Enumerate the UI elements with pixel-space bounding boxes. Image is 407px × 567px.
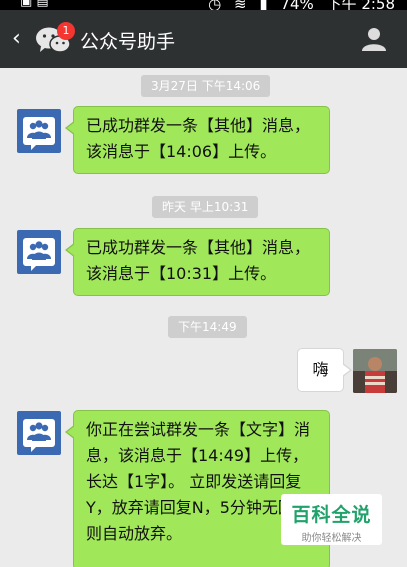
watermark-subtitle: 助你轻松解决 xyxy=(301,533,362,544)
user-photo xyxy=(353,349,397,393)
notification-icons: ▣ ▤ xyxy=(20,0,49,9)
message-bubble[interactable]: 已成功群发一条【其他】消息，该消息于【10:31】上传。 xyxy=(65,228,330,296)
timestamp-chip: 下午14:49 xyxy=(168,316,247,338)
group-icon xyxy=(23,117,55,150)
user-avatar[interactable] xyxy=(353,349,397,393)
page-title: 公众号助手 xyxy=(80,31,176,53)
timestamp-chip: 3月27日 下午14:06 xyxy=(141,75,271,97)
chat-area[interactable]: 3月27日 下午14:06 已成功群发一条【其他】消息，该消息于【14:06】上… xyxy=(0,68,407,567)
signal-icon: ▮ xyxy=(259,0,268,10)
group-icon xyxy=(23,238,55,271)
alarm-icon: ◷ xyxy=(208,0,222,10)
watermark-title: 百科全说 xyxy=(291,504,372,526)
group-avatar[interactable] xyxy=(17,230,61,274)
profile-button[interactable] xyxy=(361,26,387,52)
outgoing-message-bubble[interactable]: 嗨 xyxy=(297,348,352,392)
wifi-icon: ≋ xyxy=(234,0,247,10)
message-bubble[interactable]: 已成功群发一条【其他】消息，该消息于【14:06】上传。 xyxy=(65,106,330,174)
timestamp-chip: 昨天 早上10:31 xyxy=(152,196,259,218)
unread-badge: 1 xyxy=(57,22,75,40)
status-time: 下午 2:58 xyxy=(326,0,395,10)
group-avatar[interactable] xyxy=(17,109,61,153)
status-indicators: ◷ ≋ ▮ 74% 下午 2:58 xyxy=(200,0,395,10)
battery-level: 74% xyxy=(280,0,314,10)
status-bar: ▣ ▤ ◷ ≋ ▮ 74% 下午 2:58 xyxy=(0,0,407,10)
back-button[interactable]: ‹ xyxy=(12,24,32,54)
group-icon xyxy=(23,419,55,452)
chevron-left-icon: ‹ xyxy=(12,26,21,51)
group-avatar[interactable] xyxy=(17,411,61,455)
watermark-logo: 百科全说 助你轻松解决 xyxy=(281,494,382,545)
title-bar: ‹ 1 公众号助手 xyxy=(0,10,407,68)
